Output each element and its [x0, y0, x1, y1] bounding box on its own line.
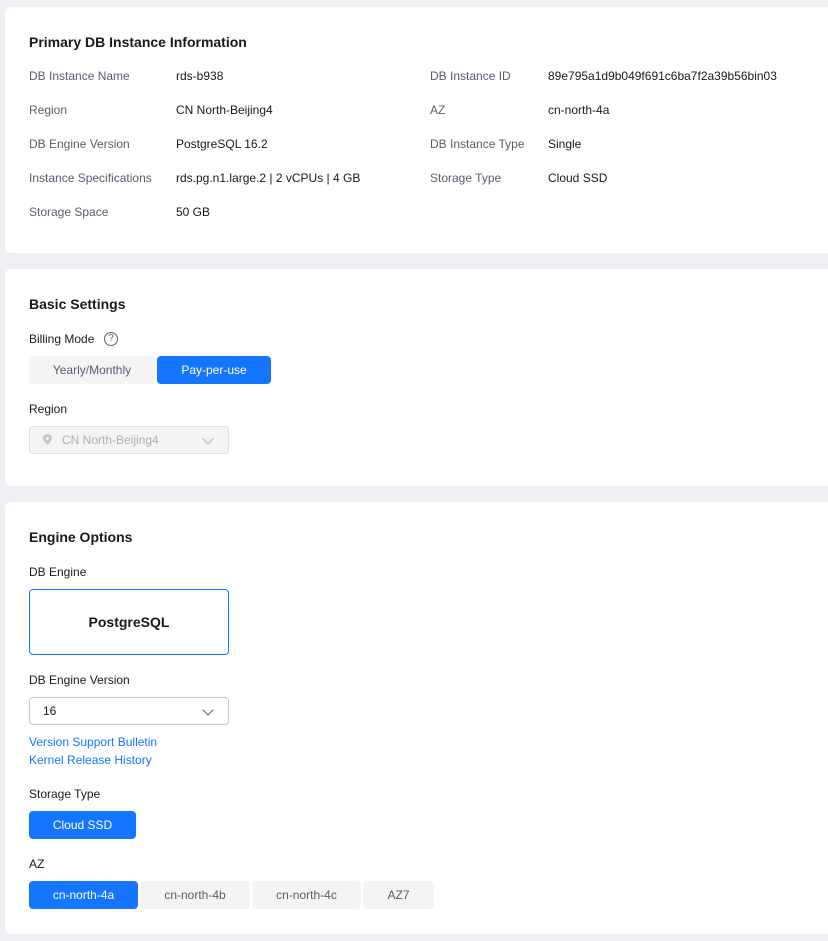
kernel-release-history-link[interactable]: Kernel Release History	[29, 753, 152, 767]
db-engine-version-select-value: 16	[43, 704, 57, 718]
db-instance-id-label: DB Instance ID	[430, 69, 511, 83]
billing-option-pay-per-use[interactable]: Pay-per-use	[157, 356, 271, 384]
db-engine-version-select[interactable]: 16	[29, 697, 229, 725]
az-option-cn-north-4c[interactable]: cn-north-4c	[252, 881, 361, 909]
db-instance-type-value: Single	[548, 137, 582, 151]
primary-instance-card: Primary DB Instance Information DB Insta…	[5, 7, 828, 253]
storage-type-label: Storage Type	[430, 171, 502, 185]
az-field-label: AZ	[29, 857, 45, 871]
primary-instance-title: Primary DB Instance Information	[29, 34, 247, 50]
billing-option-yearly-monthly[interactable]: Yearly/Monthly	[29, 356, 155, 384]
db-engine-version-field-label: DB Engine Version	[29, 673, 130, 687]
chevron-down-icon	[202, 433, 214, 445]
billing-mode-label: Billing Mode	[29, 332, 95, 346]
storage-space-label: Storage Space	[29, 205, 109, 219]
db-instance-name-value: rds-b938	[176, 69, 224, 83]
engine-options-title: Engine Options	[29, 529, 133, 545]
az-option-cn-north-4a[interactable]: cn-north-4a	[29, 881, 138, 909]
db-engine-option-postgresql[interactable]: PostgreSQL	[29, 589, 229, 655]
region-value: CN North-Beijing4	[176, 103, 273, 117]
db-engine-version-value: PostgreSQL 16.2	[176, 137, 268, 151]
db-instance-name-label: DB Instance Name	[29, 69, 130, 83]
location-pin-icon	[41, 432, 54, 445]
chevron-down-icon	[202, 704, 214, 716]
storage-type-field-label: Storage Type	[29, 787, 101, 801]
storage-option-cloud-ssd[interactable]: Cloud SSD	[29, 811, 136, 839]
az-option-az7[interactable]: AZ7	[363, 881, 434, 909]
db-engine-label: DB Engine	[29, 565, 87, 579]
az-label: AZ	[430, 103, 446, 117]
basic-settings-title: Basic Settings	[29, 296, 126, 312]
storage-space-value: 50 GB	[176, 205, 211, 219]
az-option-cn-north-4b[interactable]: cn-north-4b	[140, 881, 250, 909]
instance-specifications-value: rds.pg.n1.large.2 | 2 vCPUs | 4 GB	[176, 171, 361, 185]
region-select: CN North-Beijing4	[29, 426, 229, 454]
version-support-bulletin-link[interactable]: Version Support Bulletin	[29, 735, 157, 749]
region-field-label: Region	[29, 402, 68, 416]
instance-specifications-label: Instance Specifications	[29, 171, 152, 185]
db-instance-id-value: 89e795a1d9b049f691c6ba7f2a39b56bin03	[548, 69, 777, 83]
db-instance-type-label: DB Instance Type	[430, 137, 525, 151]
help-icon[interactable]: ?	[104, 332, 118, 346]
region-select-value: CN North-Beijing4	[62, 433, 159, 447]
storage-type-value: Cloud SSD	[548, 171, 608, 185]
db-engine-version-label: DB Engine Version	[29, 137, 130, 151]
az-value: cn-north-4a	[548, 103, 610, 117]
region-label: Region	[29, 103, 68, 117]
engine-options-card: Engine Options DB Engine PostgreSQL DB E…	[5, 502, 828, 934]
basic-settings-card: Basic Settings Billing Mode ? Yearly/Mon…	[5, 269, 828, 486]
